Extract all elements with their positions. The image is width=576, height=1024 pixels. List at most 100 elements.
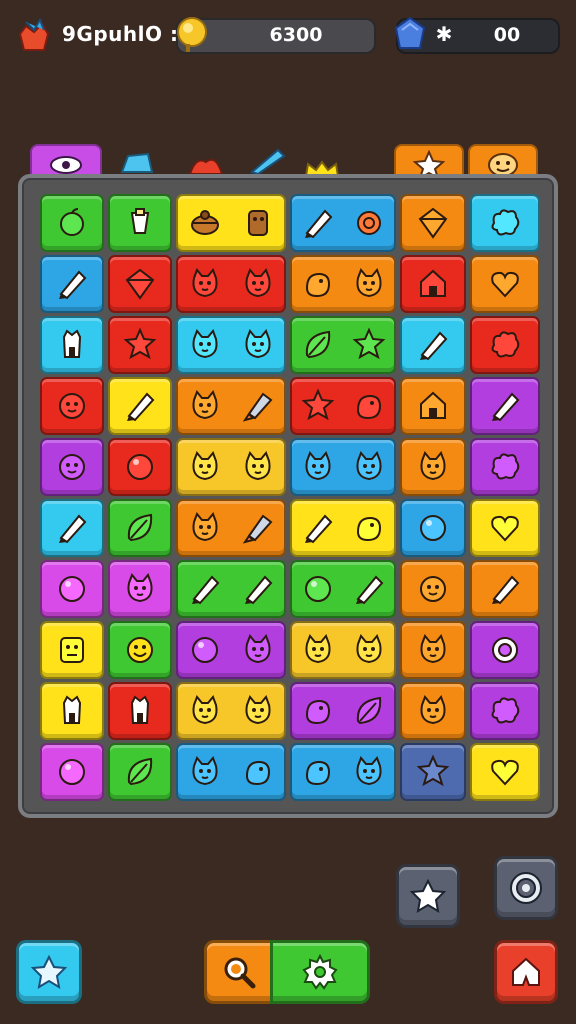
- tile-r10-c4[interactable]: [290, 743, 396, 801]
- tile-r9-c2[interactable]: [108, 682, 172, 740]
- cat-icon: [245, 695, 270, 725]
- tile-r3-c3[interactable]: [176, 316, 286, 374]
- tile-r8-c4[interactable]: [290, 621, 396, 679]
- tile-r7-c5[interactable]: [400, 560, 466, 618]
- tile-r2-c6[interactable]: [470, 255, 540, 313]
- cat-icon: [192, 268, 217, 298]
- crystal-icon: [120, 152, 154, 173]
- coin-value: 6300: [269, 24, 323, 46]
- tile-r7-c3[interactable]: [176, 560, 286, 618]
- player-avatar-icon[interactable]: [14, 16, 54, 56]
- tile-r10-c3[interactable]: [176, 743, 286, 801]
- tower-icon: [130, 695, 150, 724]
- tile-r1-c3[interactable]: [176, 194, 286, 252]
- home-button[interactable]: [494, 940, 558, 1004]
- player-name: 9GpuhlО :: [62, 22, 179, 46]
- face-icon: [59, 454, 85, 480]
- tile-r10-c5[interactable]: [400, 743, 466, 801]
- pencil-icon: [304, 209, 332, 239]
- star-button[interactable]: [396, 864, 460, 928]
- tile-r4-c1[interactable]: [40, 377, 104, 435]
- orb-icon: [59, 576, 85, 602]
- star-bottom-button[interactable]: [16, 940, 82, 1004]
- tile-r6-c4[interactable]: [290, 499, 396, 557]
- tile-r5-c4[interactable]: [290, 438, 396, 496]
- tile-r8-c5[interactable]: [400, 621, 466, 679]
- tile-r4-c2[interactable]: [108, 377, 172, 435]
- tile-r7-c4[interactable]: [290, 560, 396, 618]
- tile-r6-c2[interactable]: [108, 499, 172, 557]
- tile-r5-c2[interactable]: [108, 438, 172, 496]
- tile-r5-c5[interactable]: [400, 438, 466, 496]
- tile-r1-c1[interactable]: [40, 194, 104, 252]
- tile-r3-c1[interactable]: [40, 316, 104, 374]
- tile-r9-c4[interactable]: [290, 682, 396, 740]
- cat-icon: [245, 329, 270, 359]
- tile-r3-c2[interactable]: [108, 316, 172, 374]
- tile-r2-c1[interactable]: [40, 255, 104, 313]
- star-icon: [301, 388, 334, 421]
- tile-r5-c6[interactable]: [470, 438, 540, 496]
- tile-r2-c2[interactable]: [108, 255, 172, 313]
- tile-r9-c3[interactable]: [176, 682, 286, 740]
- eye-icon: [50, 156, 82, 174]
- orb-icon: [304, 576, 331, 602]
- tile-r1-c4[interactable]: [290, 194, 396, 252]
- tile-r7-c6[interactable]: [470, 560, 540, 618]
- tile-r6-c5[interactable]: [400, 499, 466, 557]
- tile-r3-c6[interactable]: [470, 316, 540, 374]
- tile-r2-c4[interactable]: [290, 255, 396, 313]
- bird-icon: [305, 699, 330, 725]
- pencil-icon: [420, 331, 448, 361]
- tile-r1-c5[interactable]: [400, 194, 466, 252]
- smiley-icon: [127, 637, 153, 663]
- tile-r1-c6[interactable]: [470, 194, 540, 252]
- tile-r8-c2[interactable]: [108, 621, 172, 679]
- tile-r3-c5[interactable]: [400, 316, 466, 374]
- tile-r5-c1[interactable]: [40, 438, 104, 496]
- tile-r6-c3[interactable]: [176, 499, 286, 557]
- ring-icon: [492, 637, 518, 663]
- orb-icon: [420, 515, 446, 541]
- pencil-icon: [492, 392, 520, 422]
- orb-icon: [59, 759, 85, 785]
- star-icon: [416, 754, 450, 787]
- top-hud: 9GpuhlО : 6300 ✱ 00: [0, 0, 576, 72]
- tile-r10-c1[interactable]: [40, 743, 104, 801]
- orb-icon: [191, 637, 218, 663]
- tile-r4-c4[interactable]: [290, 377, 396, 435]
- tile-r8-c1[interactable]: [40, 621, 104, 679]
- tile-r1-c2[interactable]: [108, 194, 172, 252]
- tile-r4-c5[interactable]: [400, 377, 466, 435]
- tile-r9-c1[interactable]: [40, 682, 104, 740]
- gem-icon: [394, 16, 426, 49]
- heart-icon: [491, 759, 519, 786]
- tile-r9-c6[interactable]: [470, 682, 540, 740]
- tile-r9-c5[interactable]: [400, 682, 466, 740]
- tile-r3-c4[interactable]: [290, 316, 396, 374]
- gear-button[interactable]: [270, 940, 370, 1004]
- search-button[interactable]: [204, 940, 274, 1004]
- wood-icon: [247, 210, 268, 236]
- tile-r2-c5[interactable]: [400, 255, 466, 313]
- heart-icon: [491, 515, 519, 542]
- shell-icon: [356, 211, 381, 235]
- tile-r8-c6[interactable]: [470, 621, 540, 679]
- tile-r10-c6[interactable]: [470, 743, 540, 801]
- cat-icon: [356, 756, 381, 786]
- pencil-icon: [244, 575, 272, 605]
- pencil-icon: [127, 392, 155, 422]
- tile-r4-c3[interactable]: [176, 377, 286, 435]
- tile-r4-c6[interactable]: [470, 377, 540, 435]
- tile-r7-c1[interactable]: [40, 560, 104, 618]
- tile-r6-c6[interactable]: [470, 499, 540, 557]
- settings-button[interactable]: [494, 856, 558, 920]
- cat-icon: [245, 268, 270, 298]
- tile-r10-c2[interactable]: [108, 743, 172, 801]
- tile-r6-c1[interactable]: [40, 499, 104, 557]
- tile-r7-c2[interactable]: [108, 560, 172, 618]
- tile-r2-c3[interactable]: [176, 255, 286, 313]
- tile-r5-c3[interactable]: [176, 438, 286, 496]
- cat-icon: [245, 634, 270, 664]
- tile-r8-c3[interactable]: [176, 621, 286, 679]
